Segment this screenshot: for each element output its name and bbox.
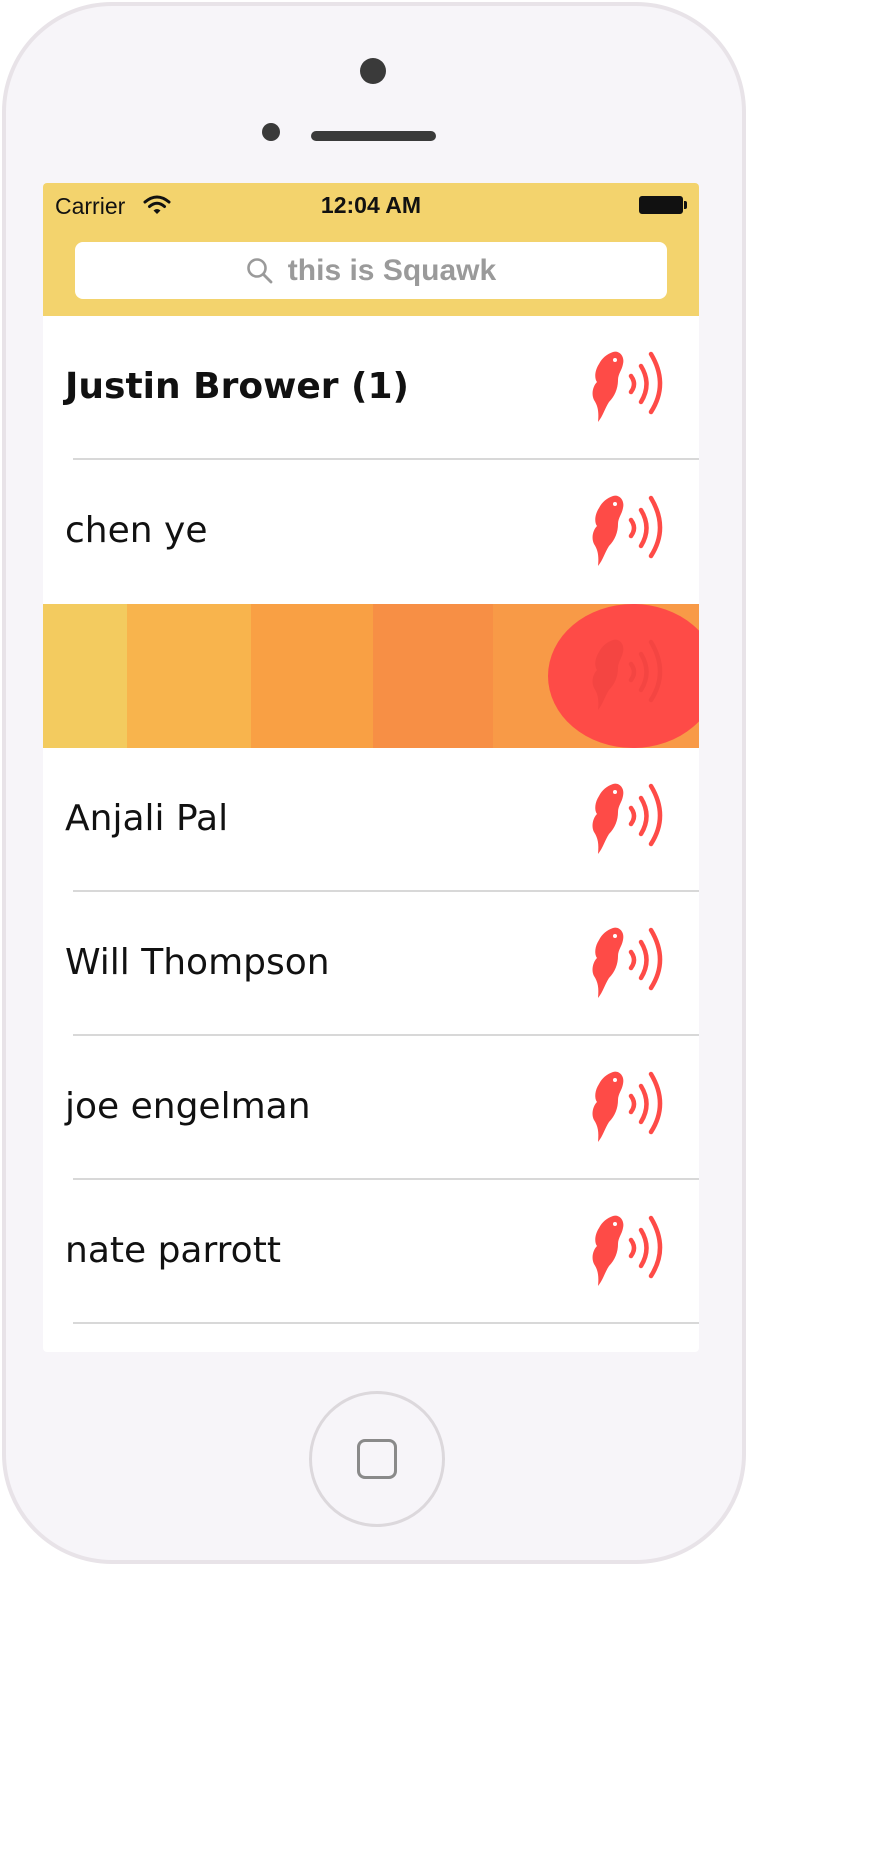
app-screen: Carrier 12:04 AM this is Squawk Justin B…: [43, 183, 699, 1352]
parrot-squawk-icon[interactable]: [591, 926, 671, 1002]
search-placeholder: this is Squawk: [287, 253, 497, 287]
contact-name: joe engelman: [65, 1086, 311, 1127]
contact-list: Justin Brower (1) chen ye Anjali Pal Wil…: [43, 316, 699, 1324]
status-time: 12:04 AM: [320, 192, 422, 218]
contact-name: Will Thompson: [65, 942, 330, 983]
front-camera: [360, 58, 386, 84]
recording-row[interactable]: [43, 604, 699, 748]
contact-row[interactable]: Will Thompson: [43, 892, 699, 1036]
search-field[interactable]: this is Squawk: [75, 242, 667, 299]
contact-name: Anjali Pal: [65, 798, 229, 839]
search-icon: [246, 257, 273, 283]
proximity-sensor: [262, 123, 280, 141]
parrot-squawk-icon[interactable]: [591, 1070, 671, 1146]
header-bar: Carrier 12:04 AM this is Squawk: [43, 183, 699, 316]
contact-row[interactable]: chen ye: [43, 460, 699, 604]
contact-name: nate parrott: [65, 1230, 281, 1271]
contact-row[interactable]: Anjali Pal: [43, 748, 699, 892]
battery-icon: [639, 196, 687, 214]
contact-row[interactable]: Justin Brower (1): [43, 316, 699, 460]
contact-row[interactable]: nate parrott: [43, 1180, 699, 1324]
parrot-squawk-icon[interactable]: [591, 782, 671, 858]
earpiece-speaker: [311, 131, 436, 141]
parrot-squawk-icon[interactable]: [591, 350, 671, 426]
home-button[interactable]: [309, 1391, 445, 1527]
contact-name: Justin Brower (1): [65, 366, 410, 407]
parrot-squawk-icon[interactable]: [591, 494, 671, 570]
contact-row[interactable]: joe engelman: [43, 1036, 699, 1180]
parrot-squawk-icon: [592, 639, 663, 710]
row-divider: [73, 1322, 699, 1324]
home-button-square-icon: [357, 1439, 397, 1479]
parrot-squawk-icon[interactable]: [591, 1214, 671, 1290]
contact-name: chen ye: [65, 510, 208, 551]
